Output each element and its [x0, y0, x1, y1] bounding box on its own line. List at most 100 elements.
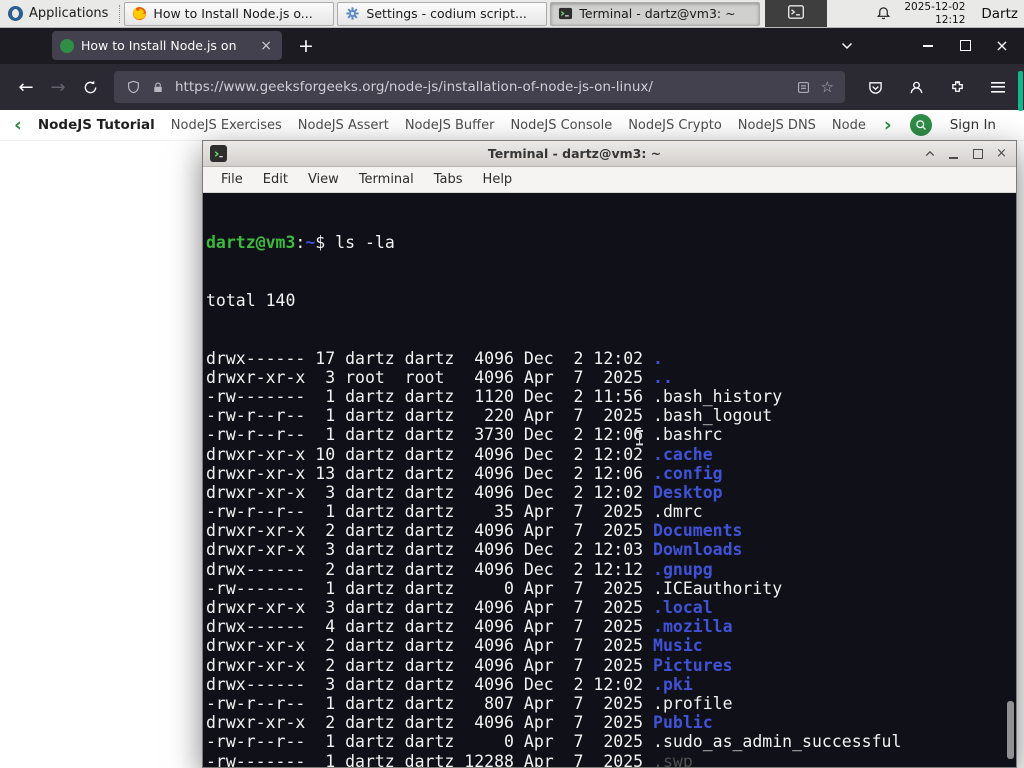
- listing-file-name: .ICEauthority: [653, 578, 783, 598]
- sign-in-button[interactable]: Sign In: [950, 117, 996, 133]
- menu-view[interactable]: View: [299, 170, 348, 189]
- listing-directory-name: Pictures: [653, 655, 733, 675]
- terminal-close-button[interactable]: ×: [994, 146, 1009, 161]
- terminal-tray-icon[interactable]: [787, 3, 805, 25]
- url-text[interactable]: https://www.geeksforgeeks.org/node-js/in…: [175, 79, 787, 95]
- page-scrollbar-thumb[interactable]: [1018, 71, 1023, 111]
- listing-directory-name: ..: [653, 367, 673, 387]
- terminal-output-line: -rw------- 1 dartz dartz 12288 Apr 7 202…: [206, 752, 1016, 767]
- terminal-output-line: drwxr-xr-x 2 dartz dartz 4096 Apr 7 2025…: [206, 655, 733, 675]
- terminal-output-line: drwxr-xr-x 3 root root 4096 Apr 7 2025 .…: [206, 367, 673, 387]
- site-nav-forward-chevron[interactable]: ›: [884, 115, 892, 135]
- terminal-window-buttons: ×: [922, 146, 1009, 161]
- account-icon[interactable]: [900, 71, 932, 103]
- prompt-symbol: $: [315, 233, 336, 253]
- terminal-body[interactable]: dartz@vm3:~$ ls -la total 140 drwx------…: [203, 193, 1016, 767]
- terminal-output-line: -rw------- 1 dartz dartz 1120 Dec 2 11:5…: [206, 386, 783, 406]
- terminal-output-line: -rw-r--r-- 1 dartz dartz 807 Apr 7 2025 …: [206, 693, 733, 713]
- taskbar-button-label: Settings - codium script...: [366, 6, 527, 21]
- site-nav-item-tutorial[interactable]: NodeJS Tutorial: [38, 117, 155, 133]
- terminal-output-line: drwx------ 2 dartz dartz 4096 Dec 2 12:1…: [206, 559, 713, 579]
- pocket-icon[interactable]: [859, 71, 891, 103]
- site-nav-item[interactable]: NodeJS Console: [510, 118, 612, 133]
- mouse-text-cursor: [634, 429, 644, 446]
- listing-directory-name: Desktop: [653, 482, 723, 502]
- settings-icon: [344, 6, 360, 22]
- tab-close-icon[interactable]: ×: [258, 38, 274, 54]
- toolbar-right-icons: [859, 71, 1014, 103]
- menu-edit[interactable]: Edit: [254, 170, 297, 189]
- lock-icon[interactable]: [150, 79, 166, 95]
- minimize-icon: [949, 157, 958, 159]
- applications-menu-button[interactable]: Applications: [0, 0, 116, 27]
- window-controls: ×: [835, 34, 1024, 58]
- menu-help[interactable]: Help: [474, 170, 522, 189]
- terminal-total-line: total 140: [206, 291, 296, 310]
- terminal-output-line: drwx------ 3 dartz dartz 4096 Dec 2 12:0…: [206, 674, 693, 694]
- site-nav-item[interactable]: NodeJS Crypto: [628, 118, 722, 133]
- browser-tab[interactable]: How to Install Node.js on ×: [52, 31, 282, 60]
- site-nav-item[interactable]: NodeJS Exercises: [171, 118, 282, 133]
- terminal-titlebar[interactable]: Terminal - dartz@vm3: ~ ×: [203, 141, 1016, 167]
- menu-tabs[interactable]: Tabs: [425, 170, 472, 189]
- tracking-protection-shield-icon[interactable]: [125, 79, 141, 95]
- terminal-output-line: -rw------- 1 dartz dartz 0 Apr 7 2025 .I…: [206, 578, 783, 598]
- listing-directory-name: Downloads: [653, 540, 743, 560]
- user-label: Dartz: [981, 5, 1018, 22]
- terminal-menubar: File Edit View Terminal Tabs Help: [203, 167, 1016, 193]
- new-tab-button[interactable]: +: [292, 35, 320, 57]
- back-button[interactable]: ←: [10, 71, 42, 103]
- terminal-minimize-button[interactable]: [946, 146, 961, 161]
- site-nav-item[interactable]: NodeJS Buffer: [405, 118, 495, 133]
- taskbar-button-firefox[interactable]: How to Install Node.js o...: [124, 1, 335, 26]
- prompt-user-host: dartz@vm3: [206, 233, 296, 253]
- close-button[interactable]: ×: [990, 34, 1014, 58]
- menu-file[interactable]: File: [212, 170, 252, 189]
- menu-hamburger-icon[interactable]: [982, 71, 1014, 103]
- reload-button[interactable]: [74, 71, 106, 103]
- taskbar-button-settings[interactable]: Settings - codium script...: [337, 1, 548, 26]
- forward-button[interactable]: →: [42, 71, 74, 103]
- site-nav-bar: ‹ NodeJS Tutorial NodeJS Exercises NodeJS…: [0, 110, 1024, 141]
- terminal-output-line: -rw-r--r-- 1 dartz dartz 35 Apr 7 2025 .…: [206, 502, 703, 522]
- terminal-output: drwx------ 17 dartz dartz 4096 Dec 2 12:…: [206, 349, 1016, 767]
- terminal-output-line: -rw-r--r-- 1 dartz dartz 220 Apr 7 2025 …: [206, 406, 773, 426]
- terminal-output-line: drwxr-xr-x 2 dartz dartz 4096 Apr 7 2025…: [206, 521, 743, 541]
- extensions-puzzle-icon[interactable]: [941, 71, 973, 103]
- terminal-maximize-button[interactable]: [970, 146, 985, 161]
- clock[interactable]: 2025-12-02 12:12: [904, 1, 965, 26]
- site-nav-back-chevron[interactable]: ‹: [14, 115, 22, 135]
- minimize-button[interactable]: [916, 34, 940, 58]
- applications-label: Applications: [29, 6, 109, 21]
- applications-icon: [8, 6, 23, 21]
- terminal-output-line: drwxr-xr-x 2 dartz dartz 4096 Apr 7 2025…: [206, 713, 713, 733]
- terminal-icon: [557, 6, 573, 22]
- terminal-output-line: drwxr-xr-x 2 dartz dartz 4096 Apr 7 2025…: [206, 636, 703, 656]
- maximize-button[interactable]: [953, 34, 977, 58]
- listing-directory-name: .mozilla: [653, 617, 733, 637]
- site-nav-item[interactable]: NodeJS DNS: [738, 118, 816, 133]
- bookmark-star-icon[interactable]: ☆: [821, 78, 834, 96]
- shade-button[interactable]: [922, 146, 937, 161]
- taskbar-button-terminal[interactable]: Terminal - dartz@vm3: ~: [550, 1, 761, 26]
- url-bar[interactable]: https://www.geeksforgeeks.org/node-js/in…: [114, 71, 845, 103]
- listing-file-name: .bash_logout: [653, 406, 773, 426]
- site-nav-item[interactable]: NodeJS Assert: [298, 118, 389, 133]
- terminal-scrollbar-thumb[interactable]: [1007, 701, 1014, 759]
- menu-terminal[interactable]: Terminal: [350, 170, 423, 189]
- notification-bell-icon[interactable]: [874, 5, 892, 23]
- listing-directory-name: .cache: [653, 444, 713, 464]
- listing-directory-name: Documents: [653, 521, 743, 541]
- site-search-button[interactable]: [909, 114, 932, 136]
- prompt-path: ~: [305, 233, 316, 253]
- reader-view-icon[interactable]: [796, 79, 812, 95]
- site-nav-item[interactable]: Node: [832, 118, 866, 133]
- listing-directory-name: .gnupg: [653, 559, 713, 579]
- list-all-tabs-chevron-icon[interactable]: [835, 34, 859, 58]
- listing-directory-name: .config: [653, 463, 723, 483]
- site-nav-right: › Sign In: [884, 114, 996, 136]
- listing-file-name: .bashrc: [653, 425, 723, 445]
- minimize-icon: [923, 44, 933, 47]
- terminal-app-icon: [210, 145, 227, 162]
- navigation-toolbar: ← → https://www.geeksforgeeks.org/node-j…: [0, 64, 1024, 110]
